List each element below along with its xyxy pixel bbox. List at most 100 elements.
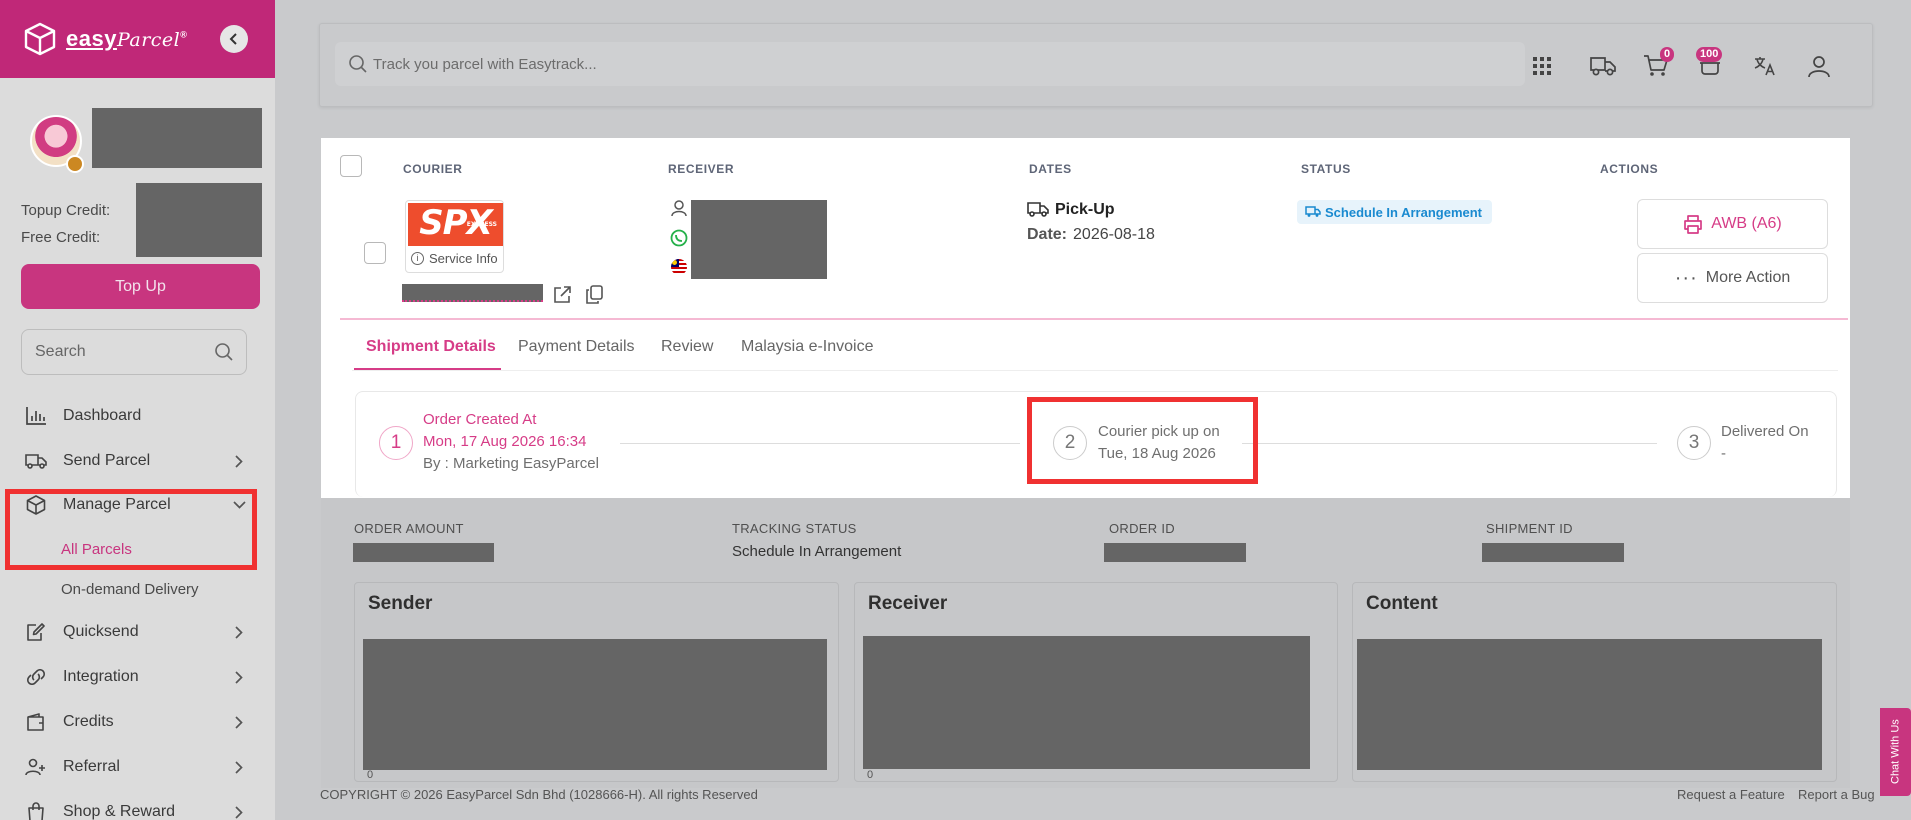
edit-icon (25, 621, 47, 643)
highlight-box (5, 489, 257, 570)
free-credit-label: Free Credit: (21, 229, 101, 246)
redacted-tracking-number[interactable] (402, 284, 543, 302)
add-user-icon (25, 756, 47, 778)
column-header-status: STATUS (1301, 162, 1351, 176)
print-awb-button[interactable]: AWB (A6) (1637, 199, 1828, 249)
tab-divider (352, 370, 1838, 371)
user-icon (670, 199, 688, 217)
wallet-icon (25, 711, 47, 733)
redacted-order-amount (353, 543, 494, 562)
more-action-button[interactable]: ··· More Action (1637, 253, 1828, 303)
malaysia-flag-icon (670, 258, 688, 276)
bar-chart-icon (25, 405, 47, 427)
truck-icon (25, 450, 47, 472)
sidebar-item-shop-reward[interactable]: Shop & Reward (0, 790, 275, 820)
credit-labels: Topup Credit: Free Credit: (21, 197, 110, 251)
receiver-card-title: Receiver (868, 593, 948, 614)
sidebar-subitem-on-demand-delivery[interactable]: On-demand Delivery (61, 581, 199, 598)
request-feature-link[interactable]: Request a Feature (1677, 787, 1785, 802)
truck-icon (1305, 206, 1321, 217)
receiver-card: Receiver 0 (854, 582, 1338, 782)
sidebar-search-input[interactable] (35, 343, 195, 361)
courier-logo[interactable]: SPX EXPRESS i Service Info (405, 200, 504, 273)
top-bar: 0 100 (319, 23, 1873, 107)
search-icon (348, 54, 368, 79)
notification-count-badge: 100 (1696, 47, 1723, 62)
top-up-button[interactable]: Top Up (21, 264, 260, 309)
column-header-receiver: RECEIVER (668, 162, 735, 176)
brand-logo[interactable]: easyParcel® (66, 26, 187, 52)
order-amount-label: ORDER AMOUNT (354, 521, 464, 536)
sidebar-item-label: Credits (63, 713, 114, 730)
chevron-right-icon (230, 623, 248, 641)
external-link-icon[interactable] (553, 285, 572, 309)
brand-header: easyParcel® (0, 0, 275, 78)
sidebar-item-label: Integration (63, 668, 139, 685)
sidebar-item-label: Referral (63, 758, 120, 775)
malaysia-flag-icon (66, 155, 84, 173)
timeline-step-number: 3 (1677, 426, 1711, 460)
whatsapp-icon[interactable] (670, 229, 688, 247)
redacted-receiver-info (691, 200, 827, 279)
active-tab-indicator (354, 368, 501, 370)
box-logo-icon (22, 21, 58, 57)
sidebar-item-dashboard[interactable]: Dashboard (0, 394, 275, 438)
easytrack-search[interactable] (335, 42, 1525, 86)
chevron-right-icon (230, 758, 248, 776)
sender-card: Sender 0 (354, 582, 839, 782)
redacted-shipment-id (1482, 543, 1624, 562)
printer-icon (1684, 214, 1703, 234)
sidebar-item-label: Quicksend (63, 623, 139, 640)
service-info-link[interactable]: i Service Info (411, 251, 498, 266)
highlight-box (1027, 397, 1258, 484)
column-header-courier: COURIER (403, 162, 463, 176)
column-header-dates: DATES (1029, 162, 1072, 176)
card-zero-text: 0 (367, 769, 374, 781)
redacted-credit-values (136, 183, 262, 257)
chevron-left-icon (229, 33, 237, 45)
cart-icon[interactable]: 0 (1641, 47, 1675, 81)
timeline-connector (620, 443, 1020, 444)
tab-malaysia-e-invoice[interactable]: Malaysia e-Invoice (741, 338, 874, 356)
avatar[interactable] (30, 115, 86, 173)
shopping-bag-icon (25, 801, 47, 820)
search-icon[interactable] (214, 342, 234, 362)
report-bug-link[interactable]: Report a Bug (1798, 787, 1875, 802)
select-all-checkbox[interactable] (340, 155, 362, 177)
chat-with-us-button[interactable]: Chat With Us (1880, 708, 1911, 796)
translate-icon[interactable] (1750, 51, 1780, 81)
timeline-connector (1242, 443, 1657, 444)
content-card-title: Content (1366, 593, 1438, 614)
row-checkbox[interactable] (364, 242, 386, 264)
collapse-sidebar-button[interactable] (220, 25, 248, 53)
chevron-right-icon (230, 668, 248, 686)
footer-copyright: COPYRIGHT © 2026 EasyParcel Sdn Bhd (102… (320, 787, 758, 802)
link-icon (25, 666, 47, 688)
sidebar-search[interactable] (21, 329, 247, 375)
order-id-label: ORDER ID (1109, 521, 1175, 536)
tracking-status-label: TRACKING STATUS (732, 521, 857, 536)
sidebar-item-send-parcel[interactable]: Send Parcel (0, 439, 275, 483)
column-header-actions: ACTIONS (1600, 162, 1659, 176)
copy-icon[interactable] (586, 285, 603, 309)
tab-shipment-details[interactable]: Shipment Details (366, 338, 496, 356)
sidebar-item-credits[interactable]: Credits (0, 700, 275, 744)
status-badge: Schedule In Arrangement (1297, 200, 1492, 224)
user-icon[interactable] (1804, 51, 1834, 81)
sidebar-item-referral[interactable]: Referral (0, 745, 275, 789)
redacted-content-details (1357, 639, 1822, 770)
tab-review[interactable]: Review (661, 338, 713, 356)
more-dots-icon: ··· (1674, 267, 1698, 289)
easytrack-search-input[interactable] (373, 55, 1273, 73)
notification-icon[interactable]: 100 (1695, 47, 1725, 81)
redacted-receiver-details (863, 636, 1310, 769)
sidebar-item-quicksend[interactable]: Quicksend (0, 610, 275, 654)
tab-payment-details[interactable]: Payment Details (518, 338, 635, 356)
sidebar-item-integration[interactable]: Integration (0, 655, 275, 699)
info-icon: i (411, 252, 424, 265)
apps-grid-icon[interactable] (1527, 51, 1557, 81)
timeline-step-number: 1 (379, 426, 413, 460)
spx-logo: SPX EXPRESS (408, 203, 503, 246)
truck-icon[interactable] (1588, 51, 1618, 81)
truck-icon (1027, 200, 1049, 223)
